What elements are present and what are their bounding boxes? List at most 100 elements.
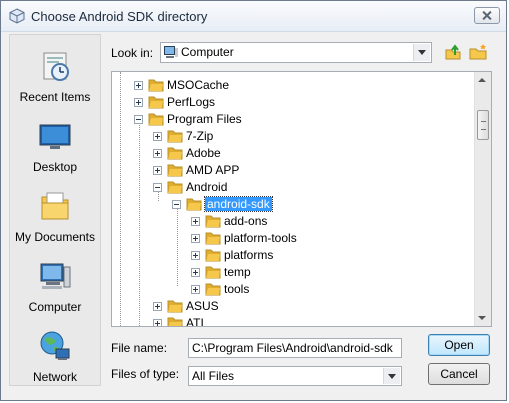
folder-name: 7-Zip [186,129,214,143]
file-name-label: File name: [111,341,168,355]
chevron-down-icon[interactable] [383,368,400,384]
folder-icon [167,317,183,326]
folder-name: platform-tools [224,231,297,245]
expand-icon[interactable] [134,98,143,107]
window-title: Choose Android SDK directory [31,9,208,24]
tree-row[interactable]: android-sdk [112,196,474,213]
folder-icon [148,96,164,109]
tree-row[interactable]: Program Files [112,111,474,128]
tree-row[interactable]: add-ons [112,213,474,230]
folder-name: platforms [224,248,274,262]
folder-icon [167,164,183,177]
expand-icon[interactable] [153,166,162,175]
tree-row[interactable]: tools [112,281,474,298]
collapse-icon[interactable] [172,200,181,209]
expand-icon[interactable] [191,217,200,226]
folder-tree[interactable]: MSOCache PerfLogs Program Files 7-Zip Adobe A… [111,71,492,327]
collapse-icon[interactable] [153,183,162,192]
network-icon [40,331,70,360]
expand-icon[interactable] [191,285,200,294]
tree-row[interactable]: MSOCache [112,77,474,94]
expand-icon[interactable] [191,234,200,243]
place-my-documents[interactable]: My Documents [10,189,100,244]
desktop-icon [39,124,71,149]
close-button[interactable] [474,7,500,24]
folder-name: ASUS [186,299,219,313]
chevron-down-icon[interactable] [413,44,430,61]
tree-row[interactable]: platform-tools [112,230,474,247]
folder-icon [205,215,221,228]
expand-icon[interactable] [191,251,200,260]
tree-row[interactable]: ASUS [112,298,474,315]
scroll-up-icon[interactable] [478,78,486,82]
up-one-level-icon[interactable] [444,43,462,61]
place-recent-items[interactable]: Recent Items [10,49,100,104]
tree-row[interactable]: platforms [112,247,474,264]
tree-row[interactable]: temp [112,264,474,281]
place-label: Network [32,370,77,384]
file-name-input[interactable]: C:\Program Files\Android\android-sdk [188,338,402,358]
cancel-button[interactable]: Cancel [428,363,490,385]
computer-icon [164,46,178,58]
folder-name: Adobe [186,146,221,160]
folder-icon [167,181,183,194]
place-label: Recent Items [19,90,91,104]
places-bar: Recent Items Desktop My Documents Comput… [9,34,101,386]
folder-name: MSOCache [167,78,230,92]
title-bar[interactable]: Choose Android SDK directory [1,1,506,32]
files-of-type-value: All Files [192,369,235,383]
look-in-combo[interactable]: Computer [160,42,432,63]
folder-name: PerfLogs [167,95,216,109]
place-computer[interactable]: Computer [10,259,100,314]
expand-icon[interactable] [191,268,200,277]
tree-row[interactable]: ATI [112,315,474,327]
place-label: My Documents [14,230,96,244]
folder-icon [205,232,221,245]
folder-icon [205,266,221,279]
place-label: Desktop [32,160,78,174]
tree-row[interactable]: PerfLogs [112,94,474,111]
dialog-window: Choose Android SDK directory Recent Item… [0,0,507,401]
files-of-type-combo[interactable]: All Files [188,366,402,386]
folder-icon [148,113,164,126]
expand-icon[interactable] [153,319,162,326]
place-label: Computer [28,300,82,314]
scroll-thumb[interactable] [477,110,489,140]
folder-icon [167,130,183,143]
folder-icon [167,300,183,313]
expand-icon[interactable] [153,132,162,141]
folder-icon [205,283,221,296]
folder-name: add-ons [224,214,268,228]
my-documents-icon [41,192,69,220]
computer-icon [40,263,71,289]
scroll-down-icon[interactable] [478,316,486,320]
folder-name: android-sdk [204,196,273,212]
folder-icon [205,249,221,262]
folder-name: AMD APP [186,163,240,177]
place-desktop[interactable]: Desktop [10,119,100,174]
new-folder-icon[interactable] [469,43,487,61]
tree-row[interactable]: Adobe [112,145,474,162]
look-in-label: Look in: [111,46,154,60]
expand-icon[interactable] [153,302,162,311]
open-button[interactable]: Open [428,334,490,356]
tree-row[interactable]: Android [112,179,474,196]
collapse-icon[interactable] [134,115,143,124]
folder-name: Program Files [167,112,242,126]
folder-name: tools [224,282,250,296]
tree-row[interactable]: 7-Zip [112,128,474,145]
tree-row[interactable]: AMD APP [112,162,474,179]
folder-name: temp [224,265,251,279]
folder-icon [167,147,183,160]
folder-icon [186,198,202,211]
folder-name: Android [186,180,228,194]
expand-icon[interactable] [134,81,143,90]
java-cube-icon [9,8,25,24]
place-network[interactable]: Network [10,329,100,384]
expand-icon[interactable] [153,149,162,158]
look-in-value: Computer [181,45,234,59]
files-of-type-label: Files of type: [111,367,180,381]
folder-name: ATI [186,316,204,327]
vertical-scrollbar[interactable] [474,72,491,326]
recent-items-icon [43,52,69,81]
